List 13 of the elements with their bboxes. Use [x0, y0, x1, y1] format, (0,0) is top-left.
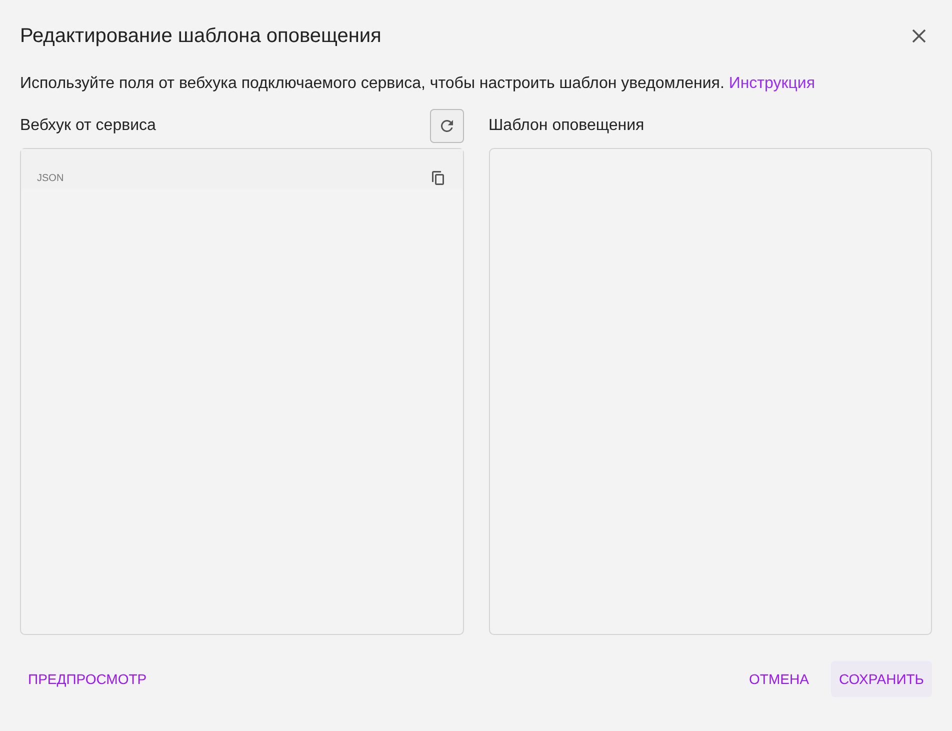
template-heading: Шаблон оповещения [488, 117, 644, 135]
close-icon[interactable] [911, 28, 927, 44]
json-editor[interactable]: JSON [20, 148, 464, 635]
description-text: Используйте поля от вебхука подключаемого сервиса, чтобы настроить шаблон уведомления. Инструкция [20, 74, 816, 94]
dialog-title: Редактирование шаблона оповещения [20, 24, 382, 48]
refresh-button[interactable] [430, 109, 464, 143]
copy-icon[interactable] [430, 170, 444, 186]
webhook-heading: Вебхук от сервиса [20, 117, 156, 135]
footer-button[interactable]: ОТМЕНА [741, 661, 817, 697]
instruction-link[interactable]: Инструкция [728, 75, 815, 92]
footer-button[interactable]: СОХРАНИТЬ [830, 661, 932, 697]
editor-label: JSON [37, 172, 64, 184]
preview-button[interactable]: ПРЕДПРОСМОТР [20, 661, 155, 697]
